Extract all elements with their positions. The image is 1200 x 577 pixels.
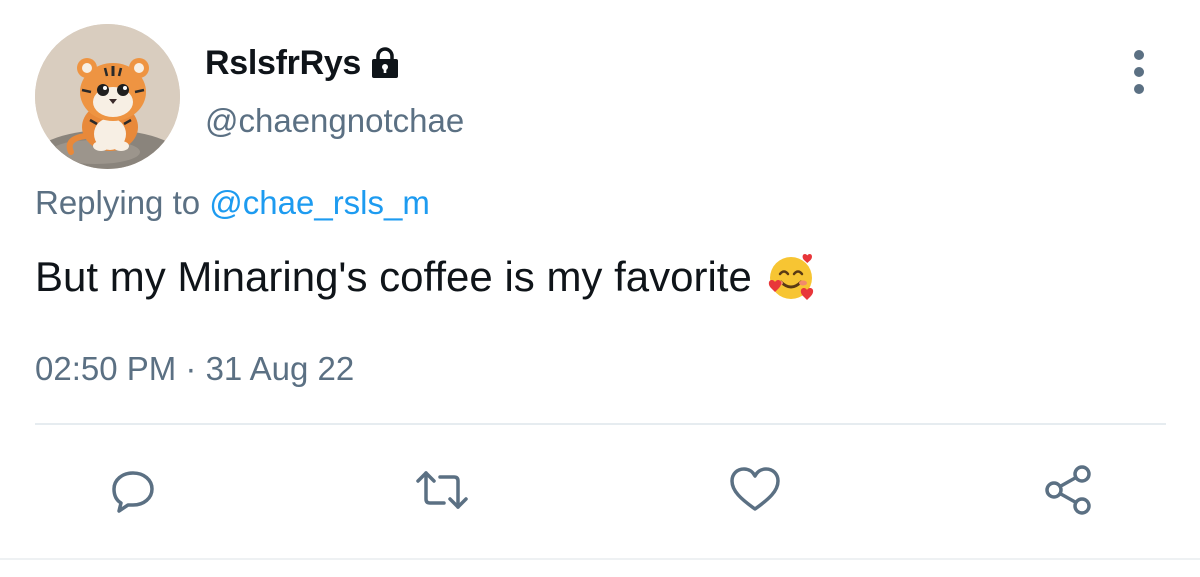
reply-target-link[interactable]: @chae_rsls_m	[209, 184, 430, 221]
lock-icon	[369, 46, 401, 80]
like-icon	[727, 465, 783, 515]
user-handle[interactable]: @chaengnotchae	[205, 102, 464, 140]
tweet-card: RslsfrRys @chaengnotchae Replying to @ch…	[0, 0, 1200, 577]
retweet-button[interactable]	[412, 460, 472, 520]
reply-icon	[108, 465, 158, 515]
like-button[interactable]	[725, 460, 785, 520]
replying-to-label: Replying to	[35, 184, 201, 221]
smiling-face-with-hearts-icon	[766, 252, 816, 302]
tweet-timestamp[interactable]: 02:50 PM · 31 Aug 22	[35, 350, 354, 388]
share-button[interactable]	[1038, 460, 1098, 520]
replying-to: Replying to @chae_rsls_m	[35, 184, 430, 222]
more-options-icon[interactable]	[1122, 50, 1156, 94]
avatar[interactable]	[35, 24, 180, 169]
display-name-row: RslsfrRys	[205, 40, 401, 86]
share-icon	[1040, 462, 1096, 518]
bottom-divider	[0, 558, 1200, 560]
retweet-icon	[414, 465, 470, 515]
display-name[interactable]: RslsfrRys	[205, 44, 361, 83]
divider	[35, 423, 1166, 425]
tweet-body: But my Minaring's coffee is my favorite	[35, 253, 752, 300]
reply-button[interactable]	[103, 460, 163, 520]
tweet-text: But my Minaring's coffee is my favorite	[35, 252, 816, 302]
